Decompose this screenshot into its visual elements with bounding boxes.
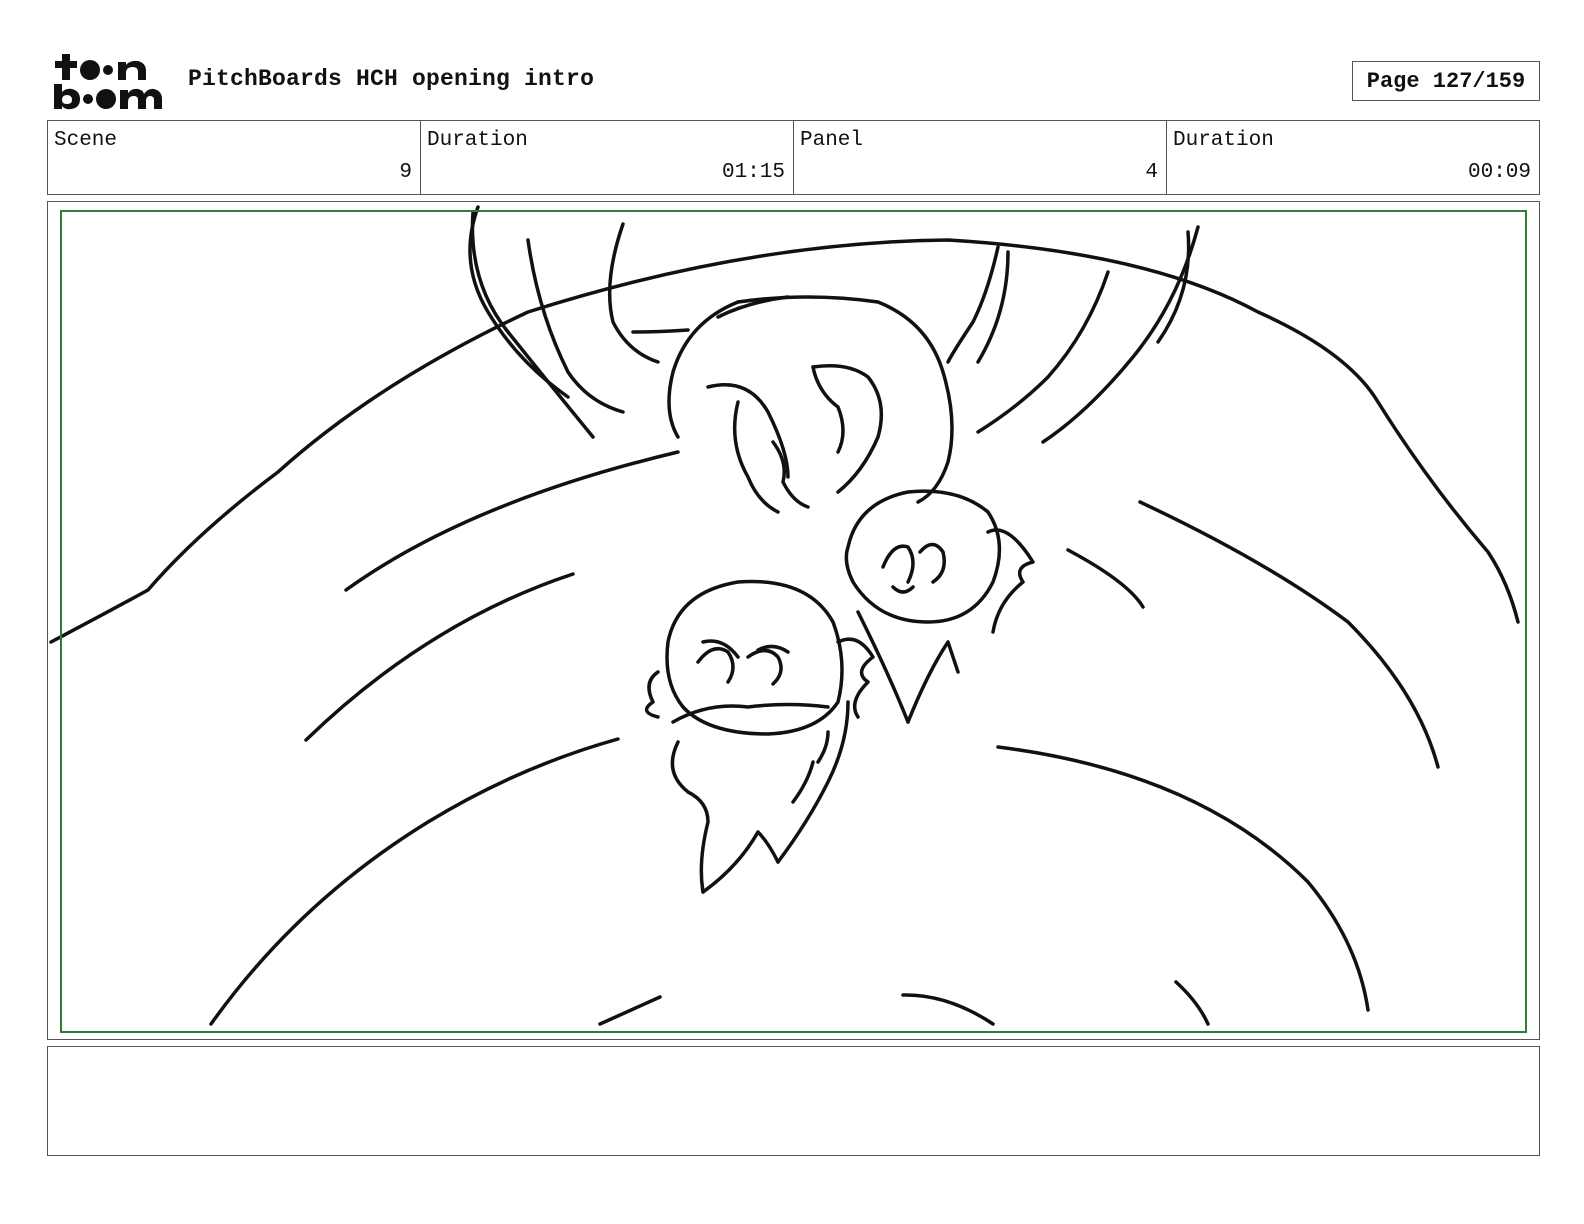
scene-info-table: Scene 9 Duration 01:15 Panel 4 Duration … (47, 120, 1540, 195)
scene-cell: Scene 9 (48, 121, 421, 194)
scene-duration-cell: Duration 01:15 (421, 121, 794, 194)
panel-cell: Panel 4 (794, 121, 1167, 194)
scene-label: Scene (54, 129, 118, 152)
panel-duration-value: 00:09 (1467, 161, 1531, 184)
scene-duration-label: Duration (427, 129, 528, 152)
panel-duration-label: Duration (1173, 129, 1274, 152)
document-title: PitchBoards HCH opening intro (188, 66, 595, 92)
panel-label: Panel (800, 129, 864, 152)
safe-area-frame (60, 210, 1527, 1033)
scene-duration-value: 01:15 (721, 161, 785, 184)
page-indicator: Page 127/159 (1352, 61, 1540, 101)
storyboard-panel (47, 201, 1540, 1040)
panel-value: 4 (1145, 161, 1158, 184)
panel-notes (47, 1046, 1540, 1156)
toon-boom-logo (52, 52, 164, 112)
scene-value: 9 (399, 161, 412, 184)
panel-duration-cell: Duration 00:09 (1167, 121, 1539, 194)
